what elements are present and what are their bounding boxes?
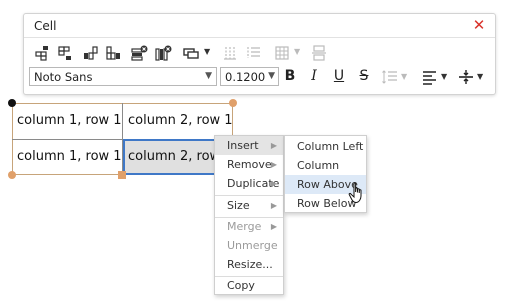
menu-item-label: Size: [227, 199, 250, 212]
submenu-item-column-left[interactable]: Column Left: [285, 137, 366, 156]
vertical-align-icon[interactable]: [457, 68, 475, 86]
menu-item-merge: Merge ▶: [215, 217, 283, 236]
menu-item-size[interactable]: Size ▶: [215, 196, 283, 215]
menu-item-unmerge: Unmerge: [215, 236, 283, 255]
menu-item-resize[interactable]: Resize...: [215, 255, 283, 274]
chevron-right-icon: ▶: [270, 141, 277, 150]
cell-borders-caret-icon[interactable]: ▼: [204, 47, 210, 56]
insert-row-above-icon[interactable]: [34, 44, 52, 62]
table-cell[interactable]: column 1, row 1: [13, 103, 122, 139]
italic-button[interactable]: I: [307, 67, 321, 86]
menu-item-label: Merge: [227, 220, 262, 233]
menu-item-label: Resize...: [227, 258, 273, 271]
chevron-right-icon: ▶: [270, 201, 277, 210]
cell-panel: Cell ✕ ▼ ▼ Noto Sans ▼ 0.1200 ▼ B I U S …: [23, 13, 496, 95]
menu-item-insert[interactable]: Insert ▶: [215, 136, 283, 155]
font-family-value: Noto Sans: [34, 70, 93, 84]
font-size-value: 0.1200: [225, 70, 266, 84]
delete-row-icon[interactable]: [130, 44, 148, 62]
menu-item-duplicate[interactable]: Duplicate ▶: [215, 174, 283, 193]
cell-borders-icon[interactable]: [182, 44, 200, 62]
menu-item-copy[interactable]: Copy: [215, 276, 283, 295]
resize-handle-bottom-left[interactable]: [8, 171, 16, 179]
table-anchor-handle[interactable]: [8, 99, 16, 107]
delete-column-icon[interactable]: [154, 44, 172, 62]
menu-item-remove[interactable]: Remove ▶: [215, 155, 283, 174]
panel-header: Cell ✕: [24, 14, 495, 38]
line-spacing-caret-icon: ▼: [401, 72, 408, 81]
font-size-select[interactable]: 0.1200 ▼: [220, 67, 279, 86]
insert-column-right-icon[interactable]: [105, 44, 123, 62]
underline-button[interactable]: U: [332, 67, 346, 86]
merge-cells-caret-icon: ▼: [294, 47, 301, 56]
hand-cursor-icon: [348, 182, 366, 204]
line-spacing-icon: [381, 68, 399, 86]
chevron-down-icon: ▼: [268, 71, 275, 81]
insert-column-left-icon[interactable]: [81, 44, 99, 62]
chevron-right-icon: ▶: [270, 179, 277, 188]
panel-title: Cell: [34, 19, 57, 33]
chevron-down-icon: ▼: [205, 71, 212, 81]
chevron-right-icon: ▶: [270, 222, 277, 231]
align-left-icon[interactable]: [421, 68, 439, 86]
split-rows-icon: [245, 44, 263, 62]
font-family-select[interactable]: Noto Sans ▼: [29, 67, 217, 86]
strikethrough-button[interactable]: S: [357, 67, 371, 86]
table-cell[interactable]: column 1, row 1: [13, 139, 122, 175]
insert-row-below-icon[interactable]: [57, 44, 75, 62]
align-caret-icon[interactable]: ▼: [441, 72, 447, 81]
menu-item-label: Insert: [227, 139, 259, 152]
table-cell[interactable]: column 2, row 1: [124, 103, 233, 139]
context-menu: Insert ▶ Remove ▶ Duplicate ▶ Size ▶ Mer…: [214, 135, 284, 295]
resize-handle-top-right[interactable]: [229, 99, 237, 107]
menu-item-label: Remove: [227, 158, 272, 171]
bold-button[interactable]: B: [283, 67, 297, 86]
submenu-item-column-right[interactable]: Column Right: [285, 156, 366, 191]
menu-item-label: Unmerge: [227, 239, 278, 252]
menu-item-label: Copy: [227, 279, 255, 292]
chevron-right-icon: ▶: [270, 160, 277, 169]
column-divider: [122, 103, 123, 175]
vertical-align-caret-icon[interactable]: ▼: [477, 72, 483, 81]
resize-handle-bottom-middle[interactable]: [118, 171, 126, 179]
merge-cells-icon: [274, 44, 292, 62]
close-icon[interactable]: ✕: [471, 16, 487, 34]
distribute-icon: [310, 44, 328, 62]
split-columns-icon: [221, 44, 239, 62]
